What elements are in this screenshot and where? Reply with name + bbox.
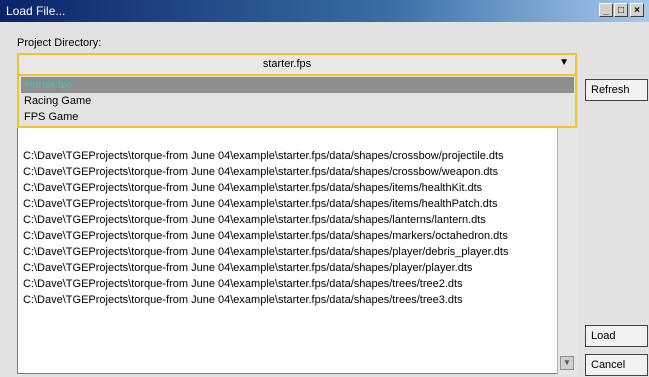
list-item[interactable]: C:\Dave\TGEProjects\torque-from June 04\… [23,196,497,212]
project-directory-dropdown: starter.fps Racing Game FPS Game [17,76,577,128]
load-button[interactable]: Load [585,325,648,347]
refresh-button[interactable]: Refresh [585,79,648,101]
list-item[interactable]: C:\Dave\TGEProjects\torque-from June 04\… [23,148,504,164]
list-item[interactable]: C:\Dave\TGEProjects\torque-from June 04\… [23,228,508,244]
maximize-button[interactable]: □ [614,3,628,17]
list-item[interactable]: C:\Dave\TGEProjects\torque-from June 04\… [23,276,463,292]
project-directory-value: starter.fps [262,58,312,70]
list-item[interactable]: C:\Dave\TGEProjects\torque-from June 04\… [23,292,463,308]
list-item[interactable]: C:\Dave\TGEProjects\torque-from June 04\… [23,212,486,228]
load-file-dialog: Load File... _ □ × Project Directory: C:… [0,0,649,377]
list-item[interactable]: C:\Dave\TGEProjects\torque-from June 04\… [23,244,508,260]
title-bar[interactable]: Load File... _ □ × [0,0,649,22]
minimize-button[interactable]: _ [599,3,613,17]
dropdown-arrow-icon[interactable]: ▼ [559,57,569,68]
option-fps-game[interactable]: FPS Game [21,109,574,125]
project-directory-select[interactable]: starter.fps ▼ [17,53,577,76]
cancel-button[interactable]: Cancel [585,354,648,376]
option-starter-fps[interactable]: starter.fps [21,77,574,93]
window-title: Load File... [6,4,66,18]
project-directory-label: Project Directory: [17,37,102,49]
list-item[interactable]: C:\Dave\TGEProjects\torque-from June 04\… [23,180,482,196]
list-item[interactable]: C:\Dave\TGEProjects\torque-from June 04\… [23,164,498,180]
list-item[interactable]: C:\Dave\TGEProjects\torque-from June 04\… [23,260,472,276]
option-racing-game[interactable]: Racing Game [21,93,574,109]
scroll-down-button[interactable]: ▼ [560,356,574,370]
close-button[interactable]: × [630,3,644,17]
